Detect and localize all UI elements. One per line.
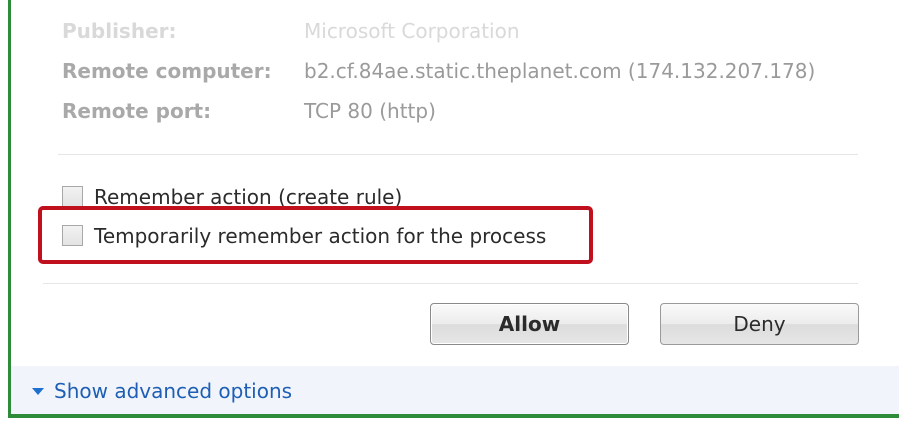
remote-computer-value: b2.cf.84ae.static.theplanet.com (174.132…	[304, 59, 816, 83]
deny-button[interactable]: Deny	[660, 303, 859, 345]
remember-action-checkbox[interactable]	[62, 186, 83, 207]
window-border-bottom	[8, 414, 899, 418]
remote-computer-label: Remote computer:	[62, 59, 272, 83]
buttons-divider	[43, 283, 858, 284]
remote-port-label: Remote port:	[62, 99, 212, 123]
highlight-annotation	[38, 206, 593, 264]
publisher-value: Microsoft Corporation	[304, 19, 520, 43]
show-advanced-options-label[interactable]: Show advanced options	[54, 376, 292, 406]
chevron-down-icon	[32, 388, 44, 395]
firewall-prompt-dialog: Publisher: Microsoft Corporation Remote …	[0, 0, 899, 421]
allow-button[interactable]: Allow	[430, 303, 629, 345]
remote-port-value: TCP 80 (http)	[304, 99, 436, 123]
section-divider	[58, 154, 858, 155]
window-border-left	[8, 0, 11, 418]
publisher-label: Publisher:	[62, 19, 177, 43]
